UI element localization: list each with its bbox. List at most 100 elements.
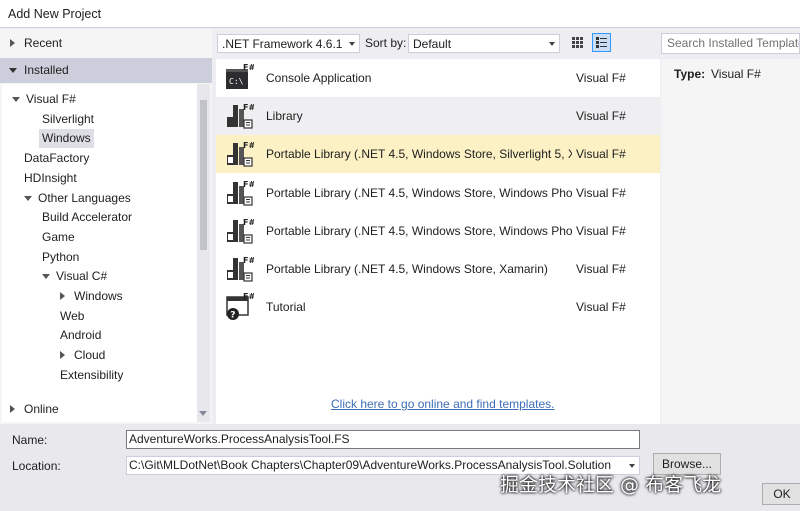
tree-item-label: Python xyxy=(42,249,80,264)
tree-item-label: Web xyxy=(60,308,85,323)
tree-item[interactable]: Windows xyxy=(39,129,94,149)
tree-item[interactable]: Extensibility xyxy=(57,366,126,385)
tree-item[interactable]: DataFactory xyxy=(21,149,92,168)
template-details-panel: Type: Visual F# xyxy=(661,59,800,424)
svg-text:F#: F# xyxy=(243,103,254,112)
tree-item[interactable]: Python xyxy=(39,248,82,267)
expand-right-icon[interactable] xyxy=(60,292,65,300)
template-row[interactable]: C:\ F# Console Application Visual F# xyxy=(216,59,660,97)
console-icon: C:\ F# xyxy=(224,63,255,93)
svg-text:F#: F# xyxy=(243,141,254,150)
template-language: Visual F# xyxy=(576,71,626,85)
search-placeholder: Search Installed Templates xyxy=(667,36,800,50)
tree-item[interactable]: Cloud xyxy=(60,346,108,365)
find-online-templates-link[interactable]: Click here to go online and find templat… xyxy=(331,397,554,411)
small-icons-view-button[interactable] xyxy=(568,33,587,52)
nav-installed-label: Installed xyxy=(24,63,69,77)
tree-item-label: Visual C# xyxy=(56,269,108,284)
nav-recent-label: Recent xyxy=(24,36,63,50)
watermark-text: 掘金技术社区 @ 布客飞龙 xyxy=(500,474,722,496)
template-row[interactable]: F# Portable Library (.NET 4.5, Windows St… xyxy=(216,174,660,212)
template-row[interactable]: F# Library Visual F# xyxy=(216,97,660,136)
tree-item[interactable]: Visual F# xyxy=(12,90,79,109)
template-name: Portable Library (.NET 4.5, Windows Stor… xyxy=(266,223,572,238)
tree-item[interactable]: HDInsight xyxy=(21,169,80,188)
collapse-down-icon[interactable] xyxy=(9,68,17,73)
tree-item[interactable]: Android xyxy=(57,326,104,345)
framework-value: .NET Framework 4.6.1 xyxy=(222,37,343,51)
template-language: Visual F# xyxy=(576,147,626,162)
nav-recent[interactable]: Recent xyxy=(0,29,212,57)
expand-right-icon[interactable] xyxy=(10,405,15,413)
project-name-input[interactable]: AdventureWorks.ProcessAnalysisTool.FS xyxy=(126,430,640,449)
template-name: Library xyxy=(266,109,303,124)
collapse-down-icon[interactable] xyxy=(24,195,32,201)
portable-library-icon: F# xyxy=(224,139,255,169)
template-row[interactable]: F# Portable Library (.NET 4.5, Windows St… xyxy=(216,250,660,288)
grid-view-icon xyxy=(572,37,583,48)
expand-right-icon[interactable] xyxy=(60,351,65,360)
chevron-down-icon xyxy=(549,42,555,46)
tree-item[interactable]: Visual C# xyxy=(42,267,110,286)
tree-item[interactable]: Build Accelerator xyxy=(39,208,135,227)
framework-dropdown[interactable]: .NET Framework 4.6.1 xyxy=(217,34,360,53)
tree-item-label: Windows xyxy=(42,131,91,146)
portable-library-icon: F# xyxy=(224,254,255,284)
tree-item[interactable]: Silverlight xyxy=(39,110,97,129)
tree-item-label: Other Languages xyxy=(38,190,131,205)
tree-item-label: Visual F# xyxy=(26,92,76,106)
tree-scrollbar[interactable] xyxy=(197,84,210,422)
ok-button[interactable]: OK xyxy=(762,483,800,505)
tree-item-label: DataFactory xyxy=(24,151,90,166)
template-row[interactable]: F# Portable Library (.NET 4.5, Windows St… xyxy=(216,135,660,174)
portable-library-icon: F# xyxy=(224,216,255,246)
search-templates-input[interactable]: Search Installed Templates xyxy=(661,33,800,54)
chevron-down-icon xyxy=(349,42,355,46)
svg-text:F#: F# xyxy=(243,218,254,227)
tree-item[interactable]: Other Languages xyxy=(24,189,134,208)
type-label: Type: xyxy=(674,67,706,81)
expand-right-icon[interactable] xyxy=(10,39,15,47)
template-language: Visual F# xyxy=(576,223,626,238)
location-label: Location: xyxy=(12,459,61,473)
template-list[interactable]: ? F# Tutorial Visual F# F# Portable Library (… xyxy=(216,59,660,424)
template-name: Portable Library (.NET 4.5, Windows Stor… xyxy=(266,262,548,276)
sort-by-label: Sort by: xyxy=(365,36,407,50)
template-row[interactable]: F# Portable Library (.NET 4.5, Windows St… xyxy=(216,212,660,250)
template-row[interactable]: ? F# Tutorial Visual F# xyxy=(216,288,660,326)
tree-item[interactable]: Windows xyxy=(60,287,126,306)
tutorial-icon: ? F# xyxy=(224,292,255,322)
tree-item-label: Game xyxy=(42,229,75,244)
sort-value: Default xyxy=(413,37,452,51)
template-name: Tutorial xyxy=(266,300,306,315)
project-form: Name: AdventureWorks.ProcessAnalysisTool… xyxy=(0,424,800,511)
tree-item-label: HDInsight xyxy=(24,170,77,185)
svg-text:F#: F# xyxy=(243,63,254,72)
sort-dropdown[interactable]: Default xyxy=(408,34,560,53)
tree-item-label: Cloud xyxy=(74,348,106,363)
template-category-tree[interactable]: Visual F# Silverlight Windows DataFactory HD… xyxy=(2,84,197,422)
tree-item[interactable]: Web xyxy=(57,307,87,326)
template-toolbar: .NET Framework 4.6.1 Sort by: Default Se… xyxy=(212,29,800,58)
tree-item-label: Build Accelerator xyxy=(42,210,133,225)
svg-text:F#: F# xyxy=(243,292,254,301)
list-view-button[interactable] xyxy=(592,33,611,52)
nav-online[interactable]: Online xyxy=(0,396,212,422)
template-language: Visual F# xyxy=(576,262,626,276)
svg-text:F#: F# xyxy=(243,180,254,189)
list-view-icon xyxy=(596,37,607,48)
template-name: Console Application xyxy=(266,71,372,85)
scrollbar-thumb[interactable] xyxy=(200,100,207,250)
template-name: Portable Library (.NET 4.5, Windows Stor… xyxy=(266,185,572,200)
nav-installed[interactable]: Installed xyxy=(0,58,212,83)
svg-text:F#: F# xyxy=(243,256,254,265)
tree-item-label: Windows xyxy=(74,289,123,303)
portable-library-icon: F# xyxy=(224,178,255,208)
nav-online-label: Online xyxy=(24,402,59,416)
collapse-down-icon[interactable] xyxy=(42,274,50,280)
type-value: Visual F# xyxy=(711,67,761,81)
svg-text:C:\: C:\ xyxy=(229,77,244,86)
collapse-down-icon[interactable] xyxy=(12,97,20,102)
project-name-value: AdventureWorks.ProcessAnalysisTool.FS xyxy=(129,432,350,446)
tree-item[interactable]: Game xyxy=(39,228,78,247)
